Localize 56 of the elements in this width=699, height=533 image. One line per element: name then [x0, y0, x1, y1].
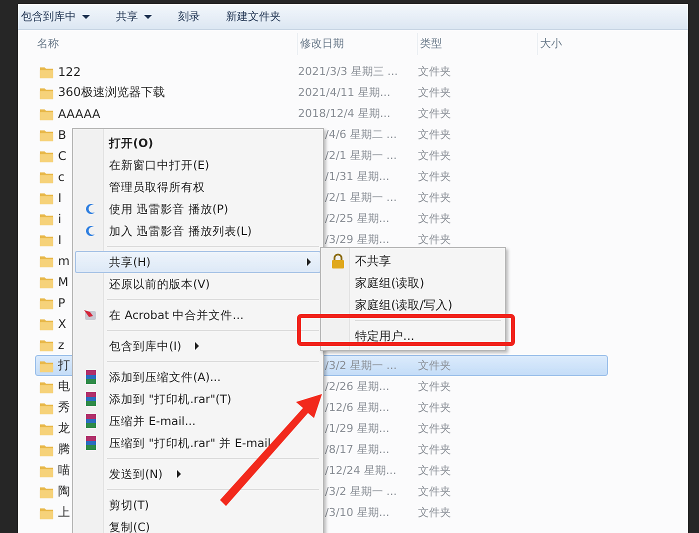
- file-name: 陶: [58, 483, 70, 500]
- file-type: 文件夹: [418, 506, 451, 519]
- modified-date: /1/29 星期...: [324, 422, 390, 435]
- file-name: i: [58, 212, 62, 226]
- file-type: 文件夹: [418, 485, 451, 498]
- modified-date: /2/26 星期...: [324, 380, 390, 393]
- file-type: 文件夹: [418, 128, 451, 141]
- file-name: 龙: [58, 420, 70, 437]
- modified-date: /4/6 星期二 ...: [324, 128, 397, 141]
- modified-date: /8/17 星期...: [324, 443, 390, 456]
- file-type: 文件夹: [418, 212, 451, 225]
- modified-date: /3/2 星期一 ...: [324, 359, 397, 372]
- modified-date: 2018/12/4 星期...: [298, 107, 390, 120]
- file-name: M: [58, 274, 68, 288]
- file-type: 文件夹: [418, 86, 451, 99]
- file-name: 360极速浏览器下载: [58, 84, 165, 101]
- modified-date: /12/24 星期...: [324, 464, 396, 477]
- file-type: 文件夹: [418, 443, 451, 456]
- file-name: 喵: [58, 462, 70, 479]
- modified-date: /2/1 星期一 ...: [324, 149, 397, 162]
- file-name: AAAAA: [58, 106, 100, 120]
- file-type: 文件夹: [418, 464, 451, 477]
- file-name: C: [58, 148, 66, 162]
- modified-date: 2021/3/3 星期三 ...: [298, 65, 398, 78]
- file-name: 电: [58, 378, 70, 395]
- file-type: 文件夹: [418, 233, 451, 246]
- modified-date: /3/29 星期...: [324, 233, 390, 246]
- file-type: 文件夹: [418, 401, 451, 414]
- file-type: 文件夹: [418, 359, 451, 372]
- modified-date: /3/10 星期...: [324, 506, 390, 519]
- file-name: m: [58, 254, 70, 268]
- file-name: X: [58, 316, 66, 330]
- file-name: 上: [58, 504, 70, 521]
- file-type: 文件夹: [418, 191, 451, 204]
- file-name: 122: [58, 64, 81, 78]
- modified-date: /2/1 星期一 ...: [324, 191, 397, 204]
- file-name: 腾: [58, 441, 70, 458]
- file-name: c: [58, 170, 65, 184]
- file-name: I: [58, 190, 62, 204]
- modified-date: /1/31 星期...: [324, 170, 390, 183]
- file-name: P: [58, 296, 66, 310]
- file-type: 文件夹: [418, 170, 451, 183]
- modified-date: /3/2 星期一 ...: [324, 485, 397, 498]
- file-name: I: [58, 232, 62, 246]
- file-name: z: [58, 338, 64, 352]
- file-name: 打: [58, 357, 70, 374]
- file-type: 文件夹: [418, 149, 451, 162]
- file-name: B: [58, 128, 66, 142]
- file-type: 文件夹: [418, 380, 451, 393]
- file-name: 秀: [58, 399, 70, 416]
- file-type: 文件夹: [418, 422, 451, 435]
- modified-date: /12/6 星期...: [324, 401, 390, 414]
- file-type: 文件夹: [418, 107, 451, 120]
- file-type: 文件夹: [418, 65, 451, 78]
- modified-date: 2021/4/11 星期...: [298, 86, 390, 99]
- modified-date: /2/25 星期...: [324, 212, 390, 225]
